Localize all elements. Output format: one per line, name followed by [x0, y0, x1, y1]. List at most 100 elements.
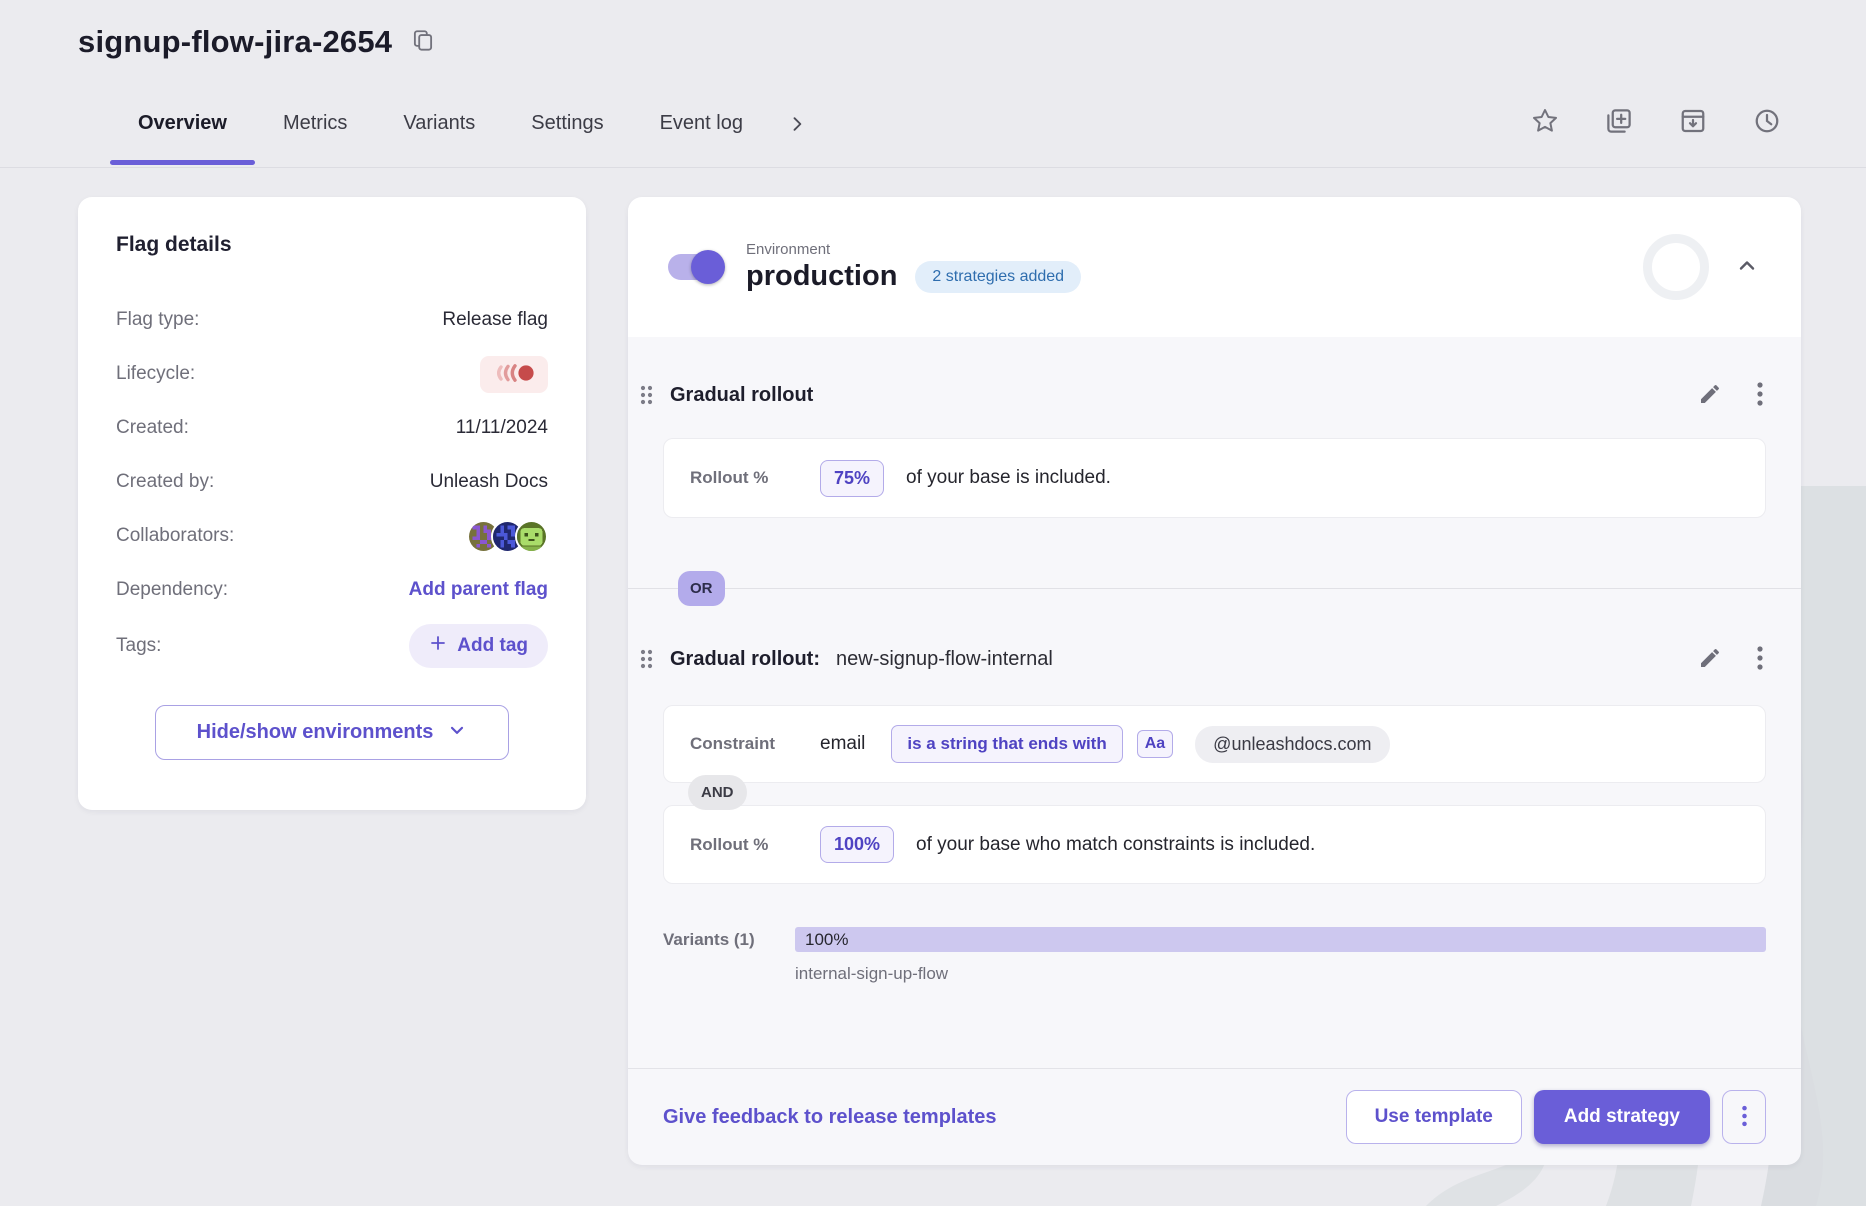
variant-name: internal-sign-up-flow — [795, 964, 1766, 984]
tab-variants[interactable]: Variants — [375, 100, 503, 165]
variant-distribution-bar: 100% — [795, 927, 1766, 952]
created-value: 11/11/2024 — [456, 417, 548, 439]
strategy-1-menu-button[interactable] — [1754, 379, 1766, 412]
constraint-field: email — [820, 733, 865, 755]
strategy-2-title: Gradual rollout: — [670, 648, 820, 671]
environment-label: Environment — [746, 241, 1081, 258]
hide-show-environments-button[interactable]: Hide/show environments — [155, 705, 509, 760]
chevron-right-icon — [787, 114, 807, 137]
or-chip: OR — [678, 571, 725, 606]
created-by-value: Unleash Docs — [430, 471, 548, 493]
edit-pencil-icon — [1698, 382, 1722, 409]
rollout-text: of your base is included. — [906, 467, 1111, 489]
drag-handle-icon[interactable] — [637, 382, 656, 408]
constraint-label: Constraint — [690, 734, 798, 754]
strategy-actions-menu-button[interactable] — [1722, 1090, 1766, 1144]
drag-handle-icon[interactable] — [637, 646, 656, 672]
created-by-label: Created by: — [116, 471, 214, 493]
dependency-label: Dependency: — [116, 579, 228, 601]
edit-pencil-icon — [1698, 646, 1722, 673]
kebab-menu-icon — [1756, 381, 1764, 410]
variants-section: Variants (1) 100% internal-sign-up-flow — [663, 927, 1766, 984]
copy-icon — [410, 28, 436, 57]
metrics-ring — [1643, 234, 1709, 300]
favorite-button[interactable] — [1528, 104, 1562, 141]
flag-actions — [1528, 104, 1784, 141]
archive-icon — [1678, 106, 1708, 139]
constraint-value-chip: @unleashdocs.com — [1195, 726, 1389, 763]
strategy-2-header: Gradual rollout: new-signup-flow-interna… — [637, 634, 1766, 684]
rollout-text: of your base who match constraints is in… — [916, 834, 1315, 856]
lifecycle-stage-badge[interactable] — [480, 356, 548, 393]
plus-icon — [429, 634, 447, 658]
environment-card: Environment production 2 strategies adde… — [628, 197, 1801, 1165]
or-separator: OR — [628, 518, 1801, 634]
duplicate-icon — [1604, 106, 1634, 139]
add-tag-label: Add tag — [457, 635, 528, 657]
page-title: signup-flow-jira-2654 — [78, 24, 392, 60]
lifecycle-live-icon — [491, 363, 537, 386]
lifecycle-label: Lifecycle: — [116, 363, 195, 385]
use-template-button[interactable]: Use template — [1346, 1090, 1522, 1144]
tabs-overflow-button[interactable] — [785, 112, 809, 139]
dependency-row: Dependency: Add parent flag — [116, 563, 548, 617]
add-parent-flag-link[interactable]: Add parent flag — [409, 579, 548, 601]
tab-overview[interactable]: Overview — [110, 100, 255, 165]
strategy-2-rollout-box: Rollout % 100% of your base who match co… — [663, 805, 1766, 884]
strategies-count-badge: 2 strategies added — [915, 261, 1081, 293]
chevron-up-icon — [1735, 254, 1759, 281]
collaborators-row: Collaborators: — [116, 509, 548, 563]
collaborator-avatar-3 — [515, 520, 548, 553]
or-separator-line — [628, 588, 1801, 589]
collapse-environment-button[interactable] — [1733, 252, 1761, 283]
strategy-1-title: Gradual rollout — [670, 384, 813, 407]
created-by-row: Created by: Unleash Docs — [116, 455, 548, 509]
rollout-label: Rollout % — [690, 835, 798, 855]
copy-flag-name-button[interactable] — [408, 26, 438, 59]
rollout-label: Rollout % — [690, 468, 798, 488]
tab-settings[interactable]: Settings — [503, 100, 631, 165]
strategy-1-rollout-box: Rollout % 75% of your base is included. — [663, 438, 1766, 518]
variant-bar-value: 100% — [805, 930, 848, 950]
edit-strategy-1-button[interactable] — [1696, 380, 1724, 411]
page-header: signup-flow-jira-2654 — [78, 24, 438, 60]
case-sensitivity-badge: Aa — [1137, 730, 1173, 758]
history-clock-icon — [1752, 106, 1782, 139]
and-chip: AND — [688, 775, 747, 810]
environment-header: Environment production 2 strategies adde… — [628, 197, 1801, 337]
kebab-menu-icon — [1741, 1104, 1748, 1131]
created-row: Created: 11/11/2024 — [116, 401, 548, 455]
flag-details-title: Flag details — [116, 233, 548, 257]
collaborator-avatars — [467, 520, 548, 553]
and-separator: AND — [663, 783, 1766, 805]
variants-label: Variants (1) — [663, 927, 771, 984]
rollout-percentage-badge: 75% — [820, 460, 884, 497]
tabbar-divider — [0, 167, 1866, 168]
chevron-down-icon — [447, 720, 467, 746]
flag-type-value: Release flag — [442, 309, 548, 331]
tags-label: Tags: — [116, 635, 161, 657]
environment-footer: Give feedback to release templates Use t… — [628, 1068, 1801, 1165]
environment-toggle[interactable] — [668, 250, 722, 284]
environment-meta: Environment production 2 strategies adde… — [746, 241, 1081, 293]
edit-strategy-2-button[interactable] — [1696, 644, 1724, 675]
strategy-2-subtitle: new-signup-flow-internal — [836, 648, 1053, 671]
constraint-operator-badge: is a string that ends with — [891, 725, 1122, 763]
add-strategy-button[interactable]: Add strategy — [1534, 1090, 1710, 1144]
archive-flag-button[interactable] — [1676, 104, 1710, 141]
strategy-2-menu-button[interactable] — [1754, 643, 1766, 676]
favorite-star-icon — [1530, 106, 1560, 139]
tab-metrics[interactable]: Metrics — [255, 100, 375, 165]
feedback-link[interactable]: Give feedback to release templates — [663, 1106, 997, 1129]
tab-event-log[interactable]: Event log — [632, 100, 771, 165]
add-tag-button[interactable]: Add tag — [409, 624, 548, 668]
tab-bar: Overview Metrics Variants Settings Event… — [110, 100, 809, 165]
collaborators-label: Collaborators: — [116, 525, 234, 547]
flag-type-label: Flag type: — [116, 309, 199, 331]
created-label: Created: — [116, 417, 189, 439]
duplicate-flag-button[interactable] — [1602, 104, 1636, 141]
rollout-percentage-badge: 100% — [820, 826, 894, 863]
history-button[interactable] — [1750, 104, 1784, 141]
constraint-box: Constraint email is a string that ends w… — [663, 705, 1766, 783]
kebab-menu-icon — [1756, 645, 1764, 674]
